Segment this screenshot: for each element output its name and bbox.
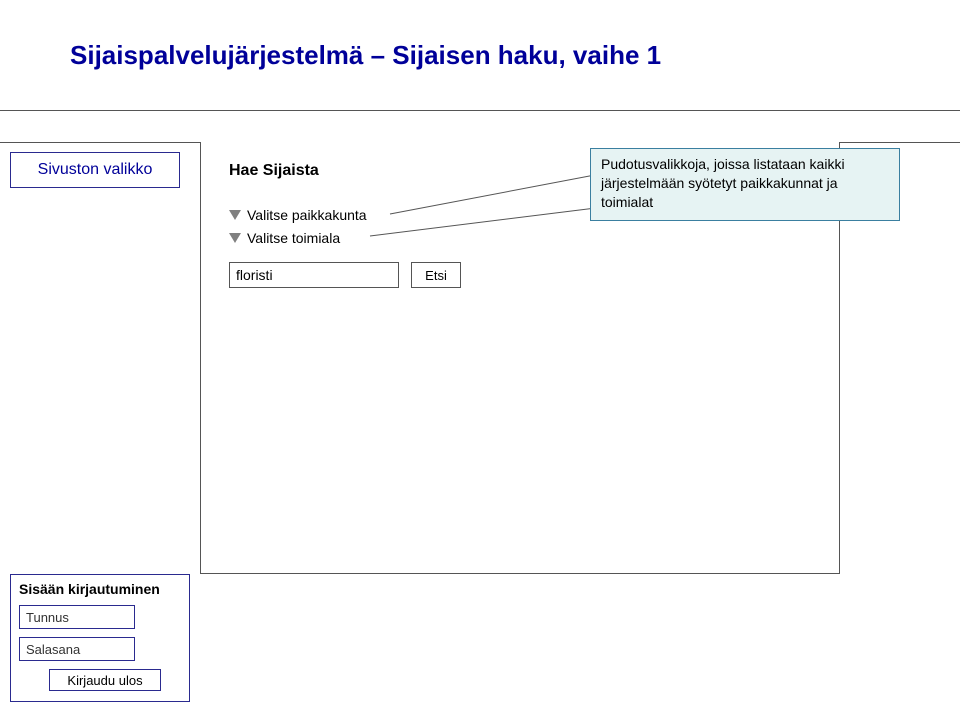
login-box: Sisään kirjautuminen Tunnus Salasana Kir… [10, 574, 190, 702]
login-title: Sisään kirjautuminen [19, 581, 181, 597]
dropdown-paikkakunta-label: Valitse paikkakunta [247, 207, 367, 223]
page-title: Sijaispalvelujärjestelmä – Sijaisen haku… [70, 40, 661, 71]
rule-top [0, 110, 960, 111]
callout-box: Pudotusvalikkoja, joissa listataan kaikk… [590, 148, 900, 221]
dropdown-paikkakunta[interactable]: Valitse paikkakunta [229, 207, 367, 223]
callout-text: Pudotusvalikkoja, joissa listataan kaikk… [601, 156, 845, 210]
search-row: floristi Etsi [229, 262, 461, 288]
username-field[interactable]: Tunnus [19, 605, 135, 629]
password-field[interactable]: Salasana [19, 637, 135, 661]
search-input[interactable]: floristi [229, 262, 399, 288]
logout-button[interactable]: Kirjaudu ulos [49, 669, 161, 691]
dropdown-toimiala[interactable]: Valitse toimiala [229, 230, 340, 246]
sidebar-menu-box[interactable]: Sivuston valikko [10, 152, 180, 188]
search-button[interactable]: Etsi [411, 262, 461, 288]
chevron-down-icon [229, 233, 241, 243]
chevron-down-icon [229, 210, 241, 220]
dropdown-toimiala-label: Valitse toimiala [247, 230, 340, 246]
form-heading: Hae Sijaista [229, 162, 319, 180]
sidebar-menu-label: Sivuston valikko [38, 161, 153, 179]
